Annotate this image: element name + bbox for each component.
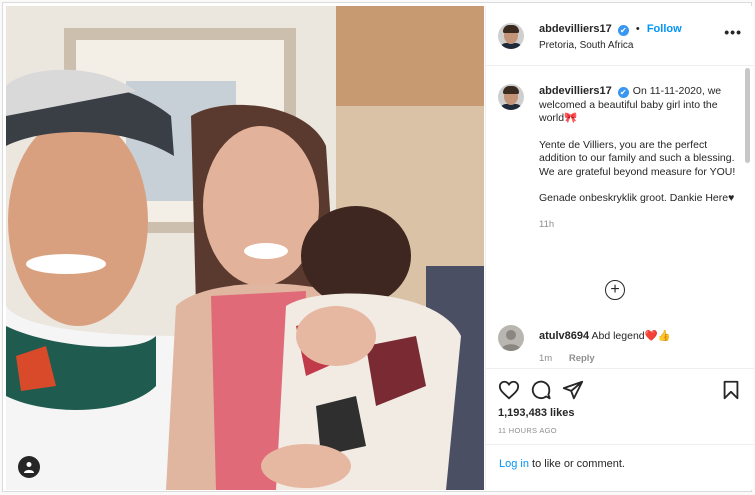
- comment-meta: 1m Reply: [539, 353, 595, 364]
- caption-line-2: Yente de Villiers, you are the perfect a…: [539, 138, 736, 178]
- commenter-avatar[interactable]: [498, 325, 524, 351]
- post-timestamp[interactable]: 11 HOURS AGO: [498, 426, 557, 435]
- photo-illustration: [6, 6, 484, 490]
- share-icon[interactable]: [562, 379, 584, 401]
- more-options-icon[interactable]: •••: [724, 25, 742, 39]
- author-avatar[interactable]: [498, 23, 524, 49]
- post-caption: abdevilliers17 ✔ On 11-11-2020, we welcome…: [539, 85, 744, 231]
- login-prompt: Log in to like or comment.: [486, 444, 754, 490]
- likes-count[interactable]: 1,193,483 likes: [498, 407, 574, 419]
- heart-icon[interactable]: [498, 379, 520, 401]
- comment-time: 1m: [539, 353, 553, 364]
- comments-section[interactable]: abdevilliers17 ✔ On 11-11-2020, we welcome…: [486, 67, 754, 367]
- caption-username[interactable]: abdevilliers17: [539, 85, 612, 97]
- comment-icon[interactable]: [530, 379, 552, 401]
- add-circle-icon[interactable]: +: [605, 280, 625, 300]
- reply-button[interactable]: Reply: [569, 353, 595, 364]
- bookmark-icon[interactable]: [720, 379, 742, 401]
- post-actions: 1,193,483 likes 11 HOURS AGO: [486, 368, 754, 440]
- post-side-panel: abdevilliers17 ✔ • Follow Pretoria, Sout…: [485, 6, 754, 490]
- verified-badge-icon: ✔: [617, 87, 629, 98]
- caption-avatar[interactable]: [498, 84, 524, 110]
- author-username[interactable]: abdevilliers17: [539, 23, 612, 35]
- comments-scrollbar[interactable]: [745, 68, 750, 163]
- post-location[interactable]: Pretoria, South Africa: [539, 40, 634, 51]
- comment-text: Abd legend❤️👍: [591, 330, 671, 342]
- login-link[interactable]: Log in: [499, 458, 529, 470]
- caption-time: 11h: [539, 218, 555, 230]
- login-prompt-text: to like or comment.: [528, 458, 625, 470]
- verified-badge-icon: ✔: [617, 25, 629, 36]
- author-line: abdevilliers17 ✔ • Follow: [539, 23, 682, 36]
- follow-button[interactable]: Follow: [647, 23, 682, 35]
- comment-body: atulv8694 Abd legend❤️👍: [539, 329, 671, 342]
- post-header: abdevilliers17 ✔ • Follow Pretoria, Sout…: [486, 6, 754, 66]
- post-photo[interactable]: [6, 6, 484, 490]
- separator-dot: •: [635, 23, 640, 35]
- user-tag-icon[interactable]: [18, 456, 40, 478]
- post-dialog: abdevilliers17 ✔ • Follow Pretoria, Sout…: [2, 2, 754, 492]
- caption-line-3: Genade onbeskryklik groot. Dankie Here♥: [539, 192, 735, 204]
- commenter-username[interactable]: atulv8694: [539, 330, 589, 342]
